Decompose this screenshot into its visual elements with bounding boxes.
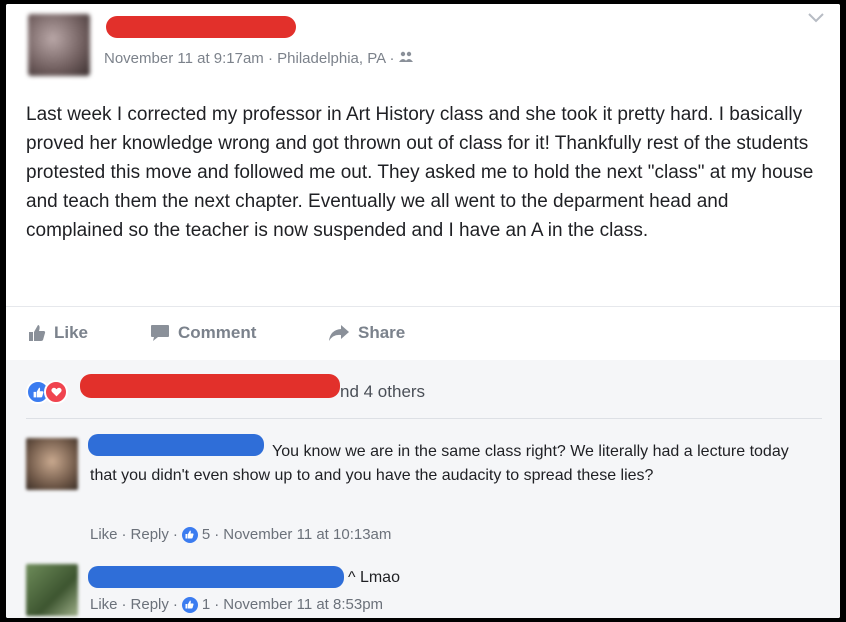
comment-bubble-icon [150, 324, 170, 342]
poster-name-redacted [106, 16, 296, 38]
like-button[interactable]: Like [28, 323, 88, 343]
post-actions: Like Comment Share [6, 306, 840, 359]
post-text: Last week I corrected my professor in Ar… [26, 104, 814, 241]
reactions-others[interactable]: nd 4 others [340, 382, 425, 402]
post-card: November 11 at 9:17am · Philadelphia, PA… [6, 4, 840, 618]
share-label: Share [358, 323, 406, 342]
comment-text: You know we are in the same class right?… [90, 443, 789, 484]
like-reaction-icon [181, 526, 198, 543]
comment-like-link[interactable]: Like [90, 526, 118, 543]
comment-reply-link[interactable]: Reply [131, 596, 169, 613]
post-timestamp[interactable]: November 11 at 9:17am [104, 50, 264, 67]
reactors-names-redacted [80, 374, 340, 398]
comment-label: Comment [178, 323, 257, 342]
reactions-summary[interactable] [26, 380, 68, 404]
comment-timestamp[interactable]: November 11 at 10:13am [223, 526, 391, 543]
comment-like-count[interactable]: 1 [202, 596, 210, 613]
post-meta: November 11 at 9:17am · Philadelphia, PA… [104, 50, 413, 67]
post-location[interactable]: Philadelphia, PA [277, 50, 385, 67]
comments-section: nd 4 others You know we are in the same … [6, 360, 840, 618]
commenter-name-redacted [88, 566, 344, 588]
like-thumb-icon [28, 324, 46, 342]
poster-avatar[interactable] [28, 14, 90, 76]
divider [26, 418, 822, 419]
chevron-down-icon[interactable] [808, 10, 824, 28]
meta-separator: · [172, 526, 178, 543]
globe-friends-icon [398, 50, 413, 67]
comment-button[interactable]: Comment [150, 323, 256, 343]
meta-separator: · [121, 596, 127, 613]
meta-separator: · [172, 596, 178, 613]
meta-separator: · [214, 596, 220, 613]
comment-meta: Like · Reply · 5 · November 11 at 10:13a… [90, 526, 391, 543]
share-arrow-icon [328, 324, 350, 342]
meta-separator: · [214, 526, 220, 543]
comment-reply-link[interactable]: Reply [131, 526, 169, 543]
meta-separator: · [389, 50, 399, 67]
comment-timestamp[interactable]: November 11 at 8:53pm [223, 596, 383, 613]
like-label: Like [54, 323, 89, 342]
commenter-avatar[interactable] [26, 564, 78, 616]
meta-separator: · [121, 526, 127, 543]
post-body: November 11 at 9:17am · Philadelphia, PA… [6, 4, 840, 360]
comment-like-link[interactable]: Like [90, 596, 118, 613]
like-reaction-icon [181, 596, 198, 613]
comment-like-count[interactable]: 5 [202, 526, 210, 543]
commenter-avatar[interactable] [26, 438, 78, 490]
love-reaction-icon [44, 380, 68, 404]
meta-separator: · [267, 50, 278, 67]
share-button[interactable]: Share [328, 323, 405, 343]
comment-text: ^ Lmao [348, 569, 400, 586]
comment-meta: Like · Reply · 1 · November 11 at 8:53pm [90, 596, 383, 613]
